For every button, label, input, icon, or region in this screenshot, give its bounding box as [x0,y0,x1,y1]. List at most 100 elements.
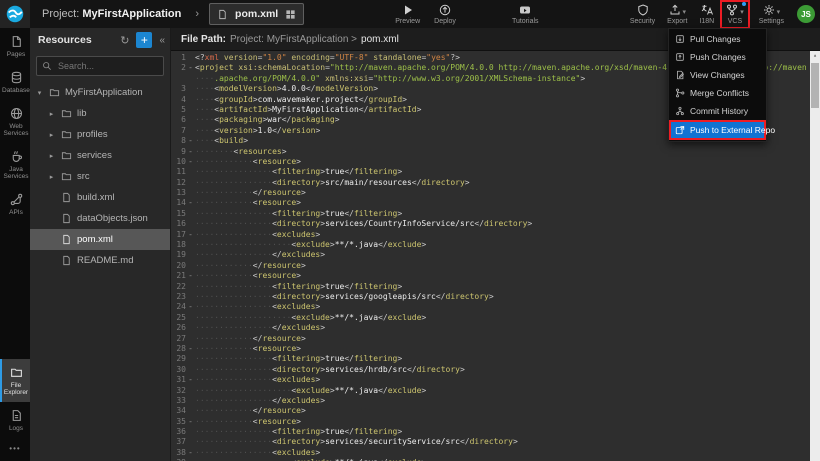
editor-scrollbar[interactable]: ▴ [810,51,820,461]
menu-item-label: Push to External Repo [690,125,775,135]
project-name: MyFirstApplication [82,8,181,20]
vcs-dropdown-menu: Pull Changes Push Changes View Changes Merg… [668,28,767,142]
menu-item-push-to-external-repo[interactable]: Push to External Repo [669,120,766,140]
code-line: 27············</resource> [171,334,820,344]
code-line: 11················<filtering>true</filte… [171,167,820,177]
grid-icon[interactable] [285,9,296,20]
menu-item-pull-changes[interactable]: Pull Changes [669,30,766,48]
tree-expander-icon[interactable]: ▸ [47,131,56,139]
extrepo-icon [675,125,685,135]
chevron-down-icon: ▾ [683,9,687,16]
code-line: 12················<directory>src/main/re… [171,178,820,188]
apis-icon [10,193,23,206]
export-button[interactable]: ▾ Export [664,3,690,26]
menu-item-commit-history[interactable]: Commit History [669,102,766,120]
tree-item-dataobjects-json[interactable]: dataObjects.json [30,208,170,229]
sidebar-item-web-services[interactable]: Web Services [0,100,30,143]
menu-item-view-changes[interactable]: View Changes [669,66,766,84]
resources-search[interactable] [36,56,164,76]
sidebar-item-label: Logs [2,425,30,432]
project-title: Project: MyFirstApplication [42,8,181,20]
left-nav-rail: PagesDatabases Web Services Java ServicesA… [0,28,30,461]
collapse-panel-icon[interactable]: « [159,35,165,46]
sidebar-item-pages[interactable]: Pages [0,28,30,64]
sidebar-item-file-explorer[interactable]: File Explorer [0,359,30,402]
wavemaker-logo[interactable] [0,0,30,28]
preview-button[interactable]: Preview [392,3,423,26]
menu-item-label: Push Changes [690,52,746,62]
vcs-label: VCS [728,18,742,25]
tree-expander-icon[interactable]: ▾ [35,89,44,97]
scroll-up-icon[interactable]: ▴ [810,51,820,61]
menu-item-label: View Changes [690,70,745,80]
sidebar-item-java-services[interactable]: Java Services [0,143,30,186]
file-icon [61,213,72,224]
tree-item-build-xml[interactable]: build.xml [30,187,170,208]
i18n-label: I18N [699,18,714,25]
code-line: 32····················<exclude>**/*.java… [171,386,820,396]
search-input[interactable] [56,60,158,72]
code-line: 20············</resource> [171,261,820,271]
code-line: 36················<filtering>true</filte… [171,427,820,437]
nav-overflow-button[interactable]: ••• [0,438,30,461]
vcs-button[interactable]: ▾ VCS [723,3,747,26]
scrollbar-thumb[interactable] [811,63,819,108]
top-bar: Project: MyFirstApplication › pom.xml Pr… [0,0,820,28]
chevron-right-icon: › [195,8,199,20]
code-line: 26················</excludes> [171,323,820,333]
code-line: 37················<directory>services/se… [171,437,820,447]
code-line: 13············</resource> [171,188,820,198]
tree-expander-icon[interactable]: ▸ [47,110,56,118]
preview-label: Preview [395,18,420,25]
tree-item-lib[interactable]: ▸lib [30,103,170,124]
settings-label: Settings [759,18,784,25]
refresh-icon[interactable]: ↻ [120,34,129,47]
tree-expander-icon[interactable]: ▸ [47,173,56,181]
code-line: 35-············<resource> [171,417,820,427]
nav-top-items: PagesDatabases Web Services Java ServicesA… [0,28,30,222]
sidebar-item-databases[interactable]: Databases [0,64,30,100]
merge-icon [675,88,685,98]
security-button[interactable]: Security [627,3,658,26]
file-icon [61,192,72,203]
file-icon [61,255,72,266]
deploy-button[interactable]: Deploy [431,3,459,26]
folder-icon [61,171,72,182]
sidebar-item-label: Web Services [2,123,30,137]
code-line: 38-················<excludes> [171,448,820,458]
db-icon [10,71,23,84]
tree-item-myfirstapplication[interactable]: ▾MyFirstApplication [30,82,170,103]
tree-item-readme-md[interactable]: README.md [30,250,170,271]
code-line: 28-············<resource> [171,344,820,354]
tab-label: pom.xml [235,8,278,20]
project-label: Project: [42,8,79,20]
gear-icon [763,4,775,16]
sidebar-item-apis[interactable]: APIs [0,186,30,222]
settings-button[interactable]: ▾ Settings [756,3,787,26]
menu-item-merge-conflicts[interactable]: Merge Conflicts [669,84,766,102]
tree-item-profiles[interactable]: ▸profiles [30,124,170,145]
tab-pom-xml[interactable]: pom.xml [209,3,304,25]
history-icon [675,106,685,116]
i18n-button[interactable]: I18N [696,3,717,26]
tree-item-src[interactable]: ▸src [30,166,170,187]
tutorials-label: Tutorials [512,18,539,25]
upload-circle-icon [439,4,451,16]
tutorials-button[interactable]: Tutorials [509,3,542,26]
branch-icon [726,4,738,16]
breadcrumb-current-file: pom.xml [361,34,399,45]
sidebar-item-logs[interactable]: Logs [0,402,30,438]
resources-header: Resources ↻ + « [30,28,170,52]
menu-item-push-changes[interactable]: Push Changes [669,48,766,66]
tree-item-services[interactable]: ▸services [30,145,170,166]
search-icon [42,61,52,71]
file-icon [217,9,228,20]
tree-item-label: pom.xml [77,234,113,245]
tree-item-pom-xml[interactable]: pom.xml [30,229,170,250]
code-line: 14-············<resource> [171,198,820,208]
code-line: 19················</excludes> [171,250,820,260]
user-avatar[interactable]: JS [797,5,815,23]
folder-icon [61,129,72,140]
tree-expander-icon[interactable]: ▸ [47,152,56,160]
add-resource-button[interactable]: + [136,32,152,48]
